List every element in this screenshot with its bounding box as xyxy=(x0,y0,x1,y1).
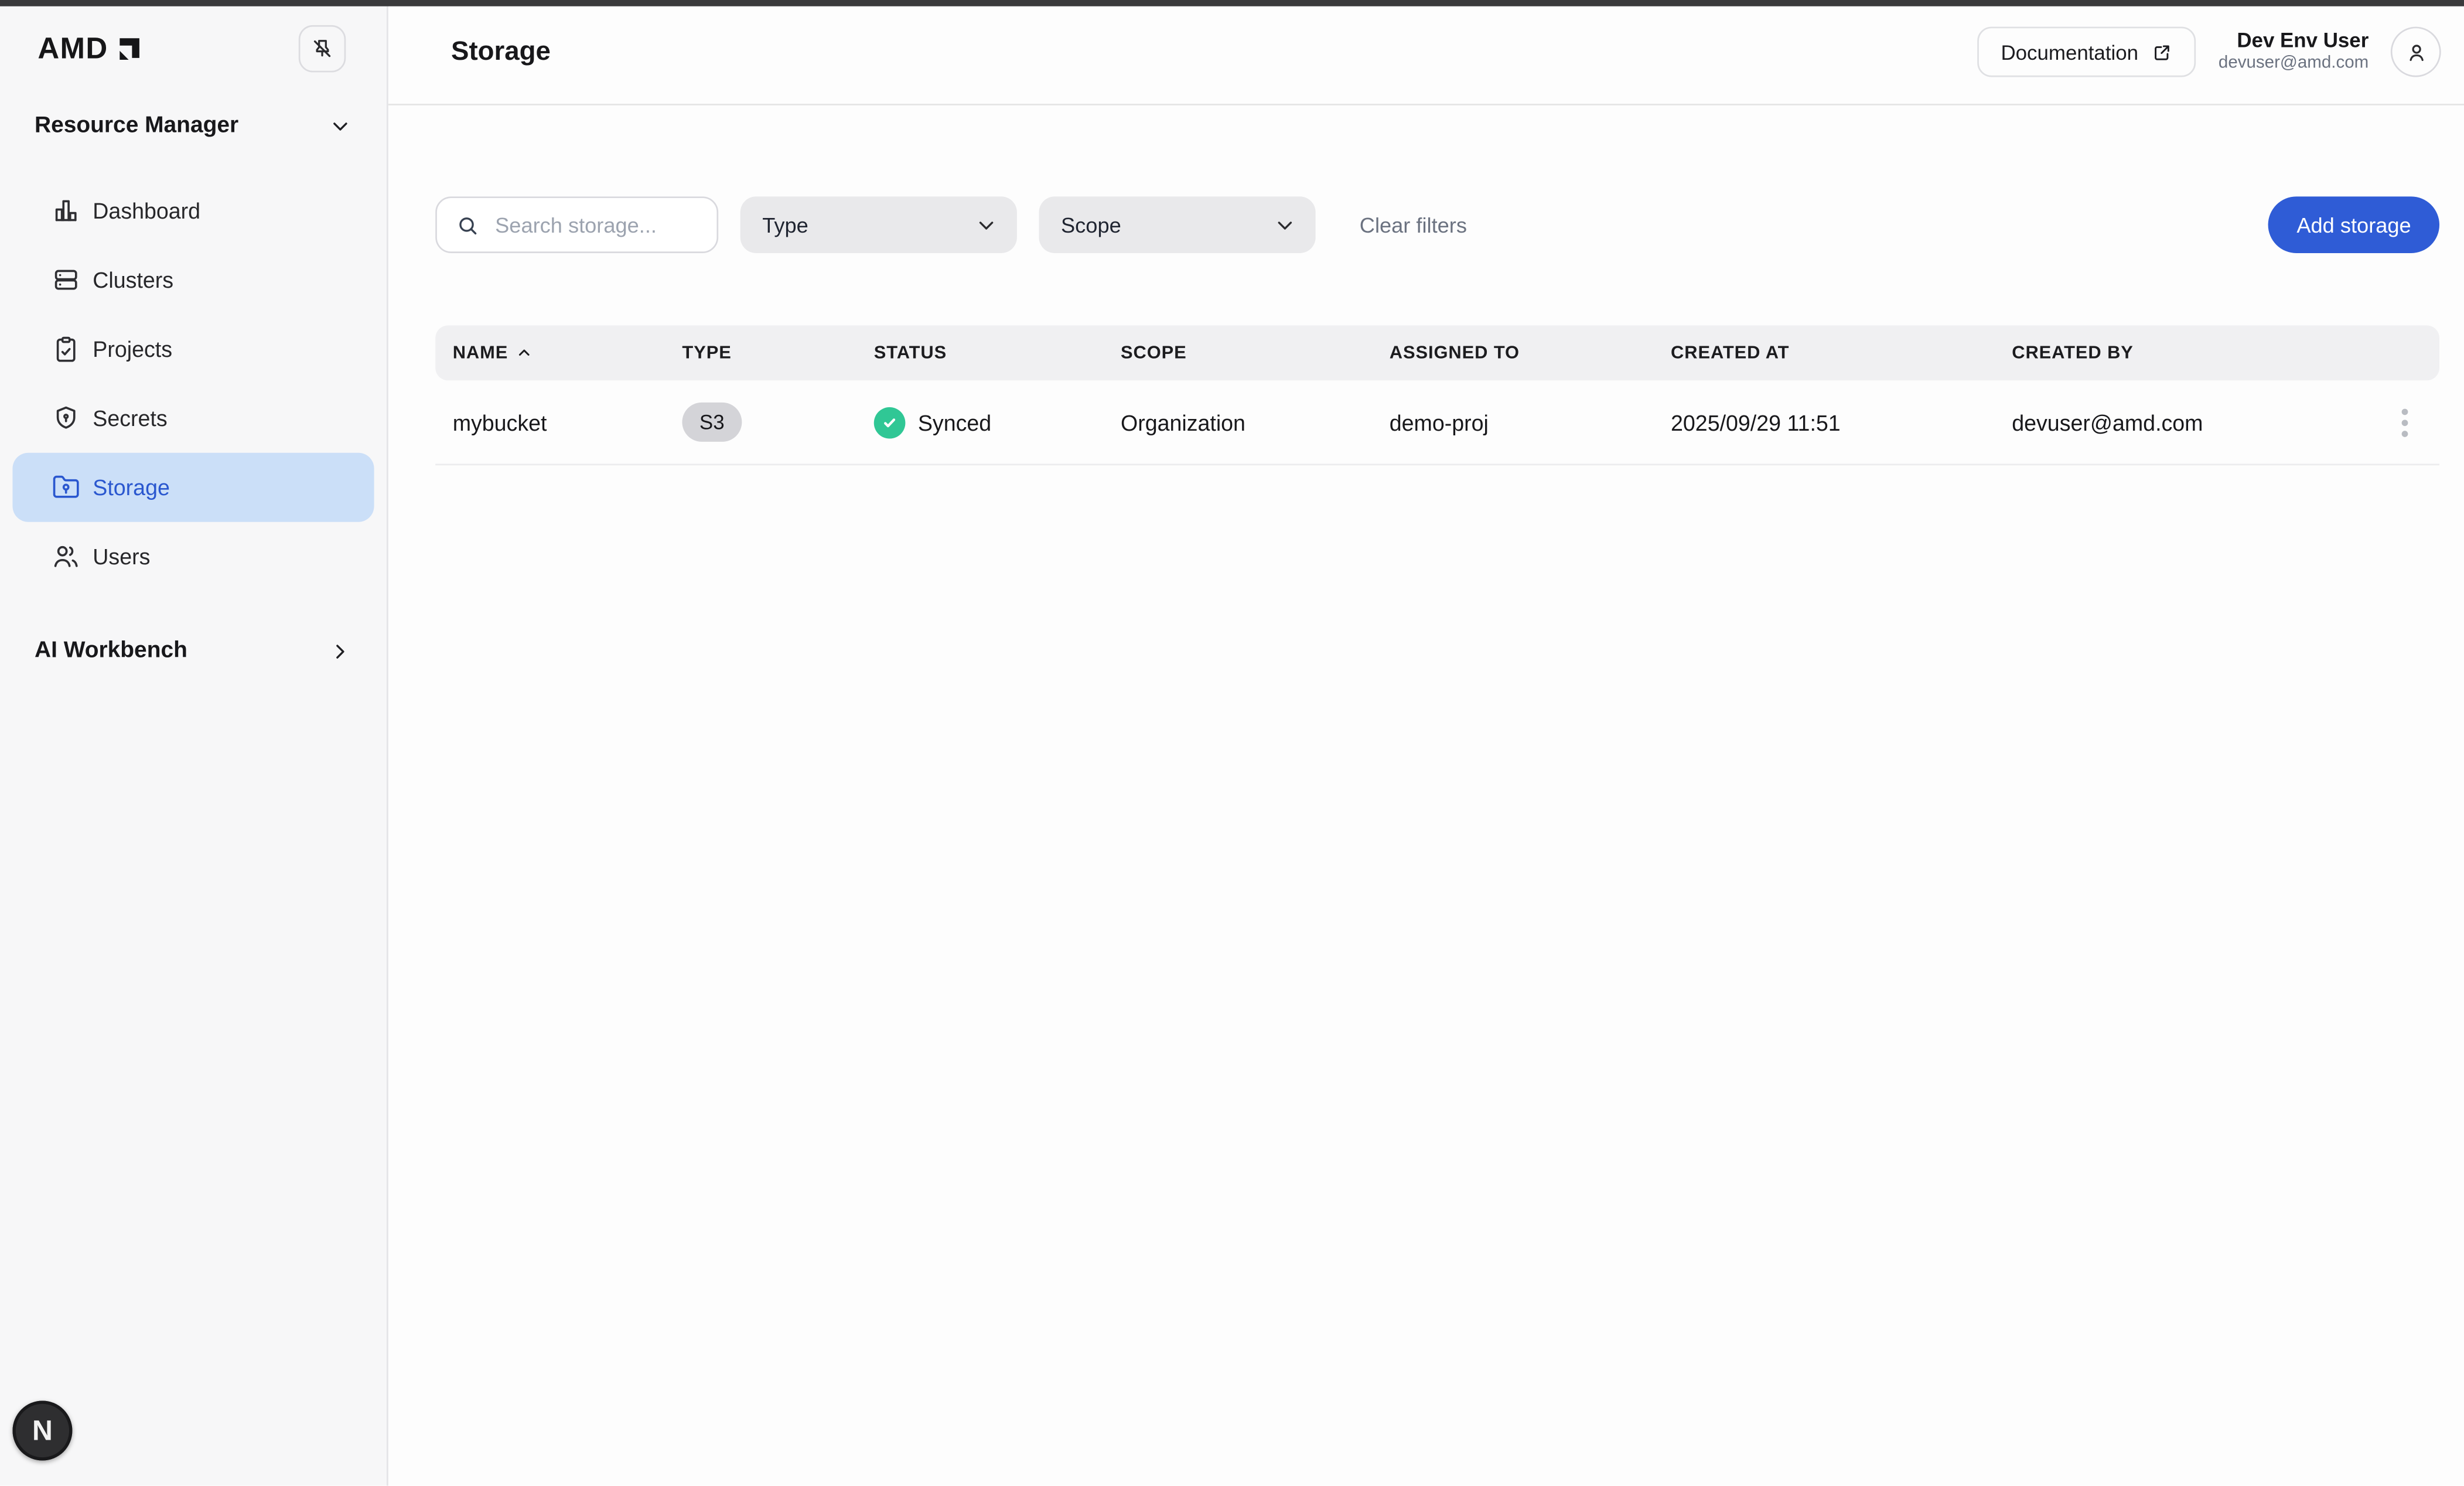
users-icon xyxy=(52,543,80,571)
user-email: devuser@amd.com xyxy=(2219,54,2369,76)
column-header-scope[interactable]: SCOPE xyxy=(1103,343,1372,362)
sidebar-item-dashboard[interactable]: Dashboard xyxy=(12,176,374,245)
chevron-right-icon xyxy=(329,639,352,663)
column-header-assigned-to[interactable]: ASSIGNED TO xyxy=(1372,343,1653,362)
amd-logo: AMD xyxy=(37,33,144,64)
topbar: Storage Documentation Dev Env User xyxy=(388,0,2464,105)
sidebar-unpin-button[interactable] xyxy=(299,25,346,72)
cell-status: Synced xyxy=(856,407,1103,438)
cell-scope: Organization xyxy=(1103,410,1372,435)
clipboard-check-icon xyxy=(52,335,80,363)
dev-indicator-badge[interactable]: N xyxy=(12,1401,72,1461)
page-title: Storage xyxy=(451,36,551,68)
shield-icon xyxy=(52,404,80,432)
sidebar-item-users[interactable]: Users xyxy=(12,522,374,591)
sidebar-item-label: Secrets xyxy=(93,405,167,431)
sidebar-nav: Dashboard Clusters xyxy=(0,176,387,591)
sidebar-item-secrets[interactable]: Secrets xyxy=(12,384,374,453)
chevron-down-icon xyxy=(1273,213,1296,237)
amd-logo-mark xyxy=(113,33,145,64)
sidebar-item-storage[interactable]: Storage xyxy=(12,453,374,522)
search-input[interactable] xyxy=(492,212,698,238)
cell-assigned-to: demo-proj xyxy=(1372,410,1653,435)
column-header-name[interactable]: NAME xyxy=(435,343,665,362)
pin-off-icon xyxy=(310,36,335,62)
user-icon xyxy=(2404,40,2428,63)
section-title: Resource Manager xyxy=(35,113,238,138)
external-link-icon xyxy=(2152,42,2173,62)
type-badge: S3 xyxy=(682,403,742,442)
status-label: Synced xyxy=(918,410,991,435)
sidebar-item-clusters[interactable]: Clusters xyxy=(12,246,374,315)
scope-filter-label: Scope xyxy=(1061,213,1121,237)
cell-created-at: 2025/09/29 11:51 xyxy=(1654,410,1995,435)
documentation-button[interactable]: Documentation xyxy=(1977,27,2196,77)
scope-filter-dropdown[interactable]: Scope xyxy=(1039,196,1315,253)
ai-workbench-label: AI Workbench xyxy=(35,638,187,663)
table-header: NAME TYPE STATUS SCOPE ASSIGNED TO CREAT… xyxy=(435,325,2439,380)
sidebar-item-projects[interactable]: Projects xyxy=(12,315,374,384)
content-area: Type Scope Clear filters Add storage xyxy=(388,105,2464,1486)
documentation-label: Documentation xyxy=(2001,40,2138,63)
server-icon xyxy=(52,265,80,294)
add-storage-button[interactable]: Add storage xyxy=(2268,196,2439,253)
search-box[interactable] xyxy=(435,196,718,253)
type-filter-dropdown[interactable]: Type xyxy=(740,196,1017,253)
main-area: Storage Documentation Dev Env User xyxy=(388,0,2464,1485)
chevron-down-icon xyxy=(329,114,352,138)
sidebar-item-label: Users xyxy=(93,544,150,569)
dots-vertical-icon xyxy=(2402,408,2408,414)
column-header-type[interactable]: TYPE xyxy=(665,343,856,362)
sort-asc-icon xyxy=(516,345,534,362)
resource-manager-section[interactable]: Resource Manager xyxy=(0,113,387,138)
cell-name: mybucket xyxy=(435,410,665,435)
cell-created-by: devuser@amd.com xyxy=(1995,410,2370,435)
column-header-created-at[interactable]: CREATED AT xyxy=(1654,343,1995,362)
synced-check-icon xyxy=(874,407,906,438)
filters-bar: Type Scope Clear filters Add storage xyxy=(435,196,2439,253)
chevron-down-icon xyxy=(974,213,998,237)
type-filter-label: Type xyxy=(762,213,808,237)
user-info: Dev Env User devuser@amd.com xyxy=(2219,28,2369,75)
column-header-created-by[interactable]: CREATED BY xyxy=(1995,343,2370,362)
top-edge-strip xyxy=(0,0,2464,6)
cell-type: S3 xyxy=(665,403,856,442)
sidebar-item-label: Storage xyxy=(93,475,170,500)
storage-table: NAME TYPE STATUS SCOPE ASSIGNED TO CREAT… xyxy=(435,325,2439,465)
table-row[interactable]: mybucket S3 Synced Organization demo-pro… xyxy=(435,380,2439,465)
app-viewport: AMD xyxy=(0,0,2464,1485)
bar-chart-icon xyxy=(52,196,80,224)
column-header-status[interactable]: STATUS xyxy=(856,343,1103,362)
clear-filters-button[interactable]: Clear filters xyxy=(1360,213,1467,237)
user-name: Dev Env User xyxy=(2219,28,2369,54)
search-icon xyxy=(456,213,479,237)
avatar[interactable] xyxy=(2391,27,2441,77)
sidebar-item-label: Projects xyxy=(93,336,172,362)
dev-indicator-letter: N xyxy=(32,1414,53,1447)
amd-logo-text: AMD xyxy=(37,34,108,64)
sidebar-item-label: Clusters xyxy=(93,267,173,292)
row-actions-menu[interactable] xyxy=(2370,408,2439,436)
sidebar: AMD xyxy=(0,0,388,1485)
sidebar-item-label: Dashboard xyxy=(93,198,200,223)
folder-icon xyxy=(52,473,80,502)
sidebar-item-ai-workbench[interactable]: AI Workbench xyxy=(0,638,387,663)
